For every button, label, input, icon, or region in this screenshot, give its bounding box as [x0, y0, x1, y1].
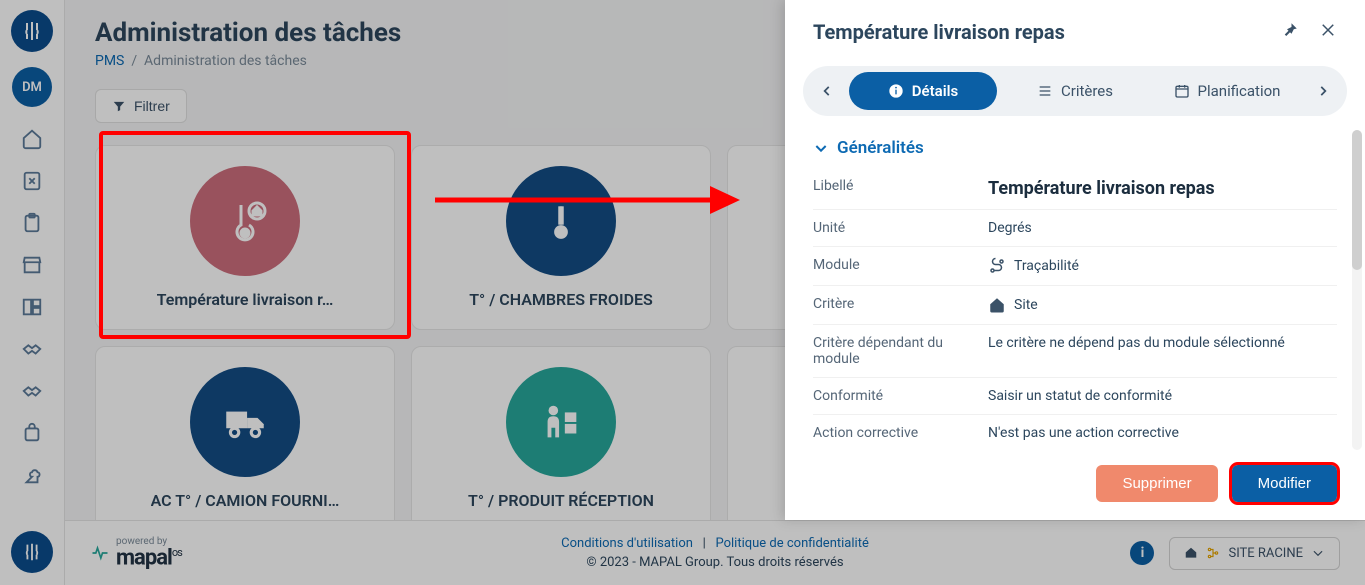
- breadcrumb-current: Administration des tâches: [144, 53, 307, 69]
- site-label: SITE RACINE: [1228, 546, 1303, 561]
- delete-button[interactable]: Supprimer: [1096, 465, 1217, 502]
- list-icon: [1037, 83, 1053, 99]
- edit-doc-icon[interactable]: [20, 169, 44, 193]
- tab-details[interactable]: Détails: [849, 72, 997, 110]
- calendar-icon: [1174, 83, 1190, 99]
- modify-button[interactable]: Modifier: [1232, 465, 1337, 502]
- house-icon: [988, 296, 1006, 314]
- breadcrumb-root[interactable]: PMS: [95, 53, 124, 69]
- row-action-corrective: Action corrective N'est pas une action c…: [813, 415, 1337, 449]
- task-card[interactable]: AC T° / CAMION FOURNI…: [95, 346, 395, 531]
- sidebar: DM: [0, 0, 65, 585]
- home-icon[interactable]: [20, 127, 44, 151]
- truck-icon: [190, 367, 300, 477]
- panel-title: Température livraison repas: [813, 20, 1065, 44]
- row-module: Module Traçabilité: [813, 247, 1337, 286]
- row-libelle: Libellé Température livraison repas: [813, 168, 1337, 210]
- layout-icon[interactable]: [20, 295, 44, 319]
- task-card[interactable]: Température livraison r…: [95, 145, 395, 330]
- tab-criteres[interactable]: Critères: [1001, 72, 1149, 110]
- terms-link[interactable]: Conditions d'utilisation: [561, 536, 693, 551]
- section-generalites[interactable]: Généralités: [813, 138, 1337, 158]
- footer-links: Conditions d'utilisation | Politique de …: [561, 536, 869, 570]
- tab-scroll-right[interactable]: [1305, 73, 1341, 109]
- filter-label: Filtrer: [134, 98, 170, 114]
- route-icon: [988, 257, 1006, 275]
- handshake2-icon[interactable]: [20, 379, 44, 403]
- tree-icon: [1206, 546, 1220, 560]
- app-logo[interactable]: [11, 10, 53, 52]
- chevron-down-icon: [1311, 546, 1325, 560]
- privacy-link[interactable]: Politique de confidentialité: [715, 536, 868, 551]
- tab-planification[interactable]: Planification: [1153, 72, 1301, 110]
- footer: powered by mapalos Conditions d'utilisat…: [65, 520, 1365, 585]
- row-critere: Critère Site: [813, 286, 1337, 325]
- bag-icon[interactable]: [20, 421, 44, 445]
- tab-scroll-left[interactable]: [809, 73, 845, 109]
- panel-tabs: Détails Critères Planification: [803, 66, 1347, 116]
- powered-by: powered by mapalos: [90, 537, 182, 569]
- panel-footer: Supprimer Modifier: [785, 449, 1365, 520]
- row-conformite: Conformité Saisir un statut de conformit…: [813, 378, 1337, 415]
- task-card[interactable]: T° / PRODUIT RÉCEPTION: [411, 346, 711, 531]
- scrollbar-thumb[interactable]: [1352, 130, 1362, 270]
- thermometer-icon: [506, 166, 616, 276]
- detail-panel: Température livraison repas Détails Crit…: [785, 0, 1365, 520]
- card-label: AC T° / CAMION FOURNI…: [151, 491, 340, 510]
- handshake-icon[interactable]: [20, 337, 44, 361]
- info-icon: [888, 83, 904, 99]
- row-unite: Unité Degrés: [813, 210, 1337, 247]
- filter-button[interactable]: Filtrer: [95, 89, 187, 123]
- card-label: T° / PRODUIT RÉCEPTION: [468, 491, 654, 510]
- chevron-down-icon: [813, 140, 829, 156]
- thermometer-home-icon: [190, 166, 300, 276]
- user-avatar[interactable]: DM: [12, 67, 52, 107]
- row-critere-dependant: Critère dépendant du module Le critère n…: [813, 325, 1337, 378]
- close-icon[interactable]: [1319, 21, 1337, 43]
- pin-icon[interactable]: [1281, 21, 1299, 43]
- task-card[interactable]: T° / CHAMBRES FROIDES: [411, 145, 711, 330]
- store-icon[interactable]: [20, 253, 44, 277]
- copyright: © 2023 - MAPAL Group. Tous droits réserv…: [561, 555, 869, 570]
- footer-info-icon[interactable]: i: [1130, 541, 1154, 565]
- site-picker[interactable]: SITE RACINE: [1169, 537, 1340, 570]
- house-small-icon: [1184, 546, 1198, 560]
- card-label: T° / CHAMBRES FROIDES: [469, 290, 653, 309]
- app-logo-bottom[interactable]: [11, 531, 53, 573]
- chef-icon[interactable]: [20, 463, 44, 487]
- delivery-person-icon: [506, 367, 616, 477]
- filter-icon: [112, 99, 126, 113]
- clipboard-icon[interactable]: [20, 211, 44, 235]
- pulse-icon: [90, 543, 110, 563]
- detail-list: Libellé Température livraison repas Unit…: [785, 168, 1365, 449]
- card-label: Température livraison r…: [157, 290, 334, 309]
